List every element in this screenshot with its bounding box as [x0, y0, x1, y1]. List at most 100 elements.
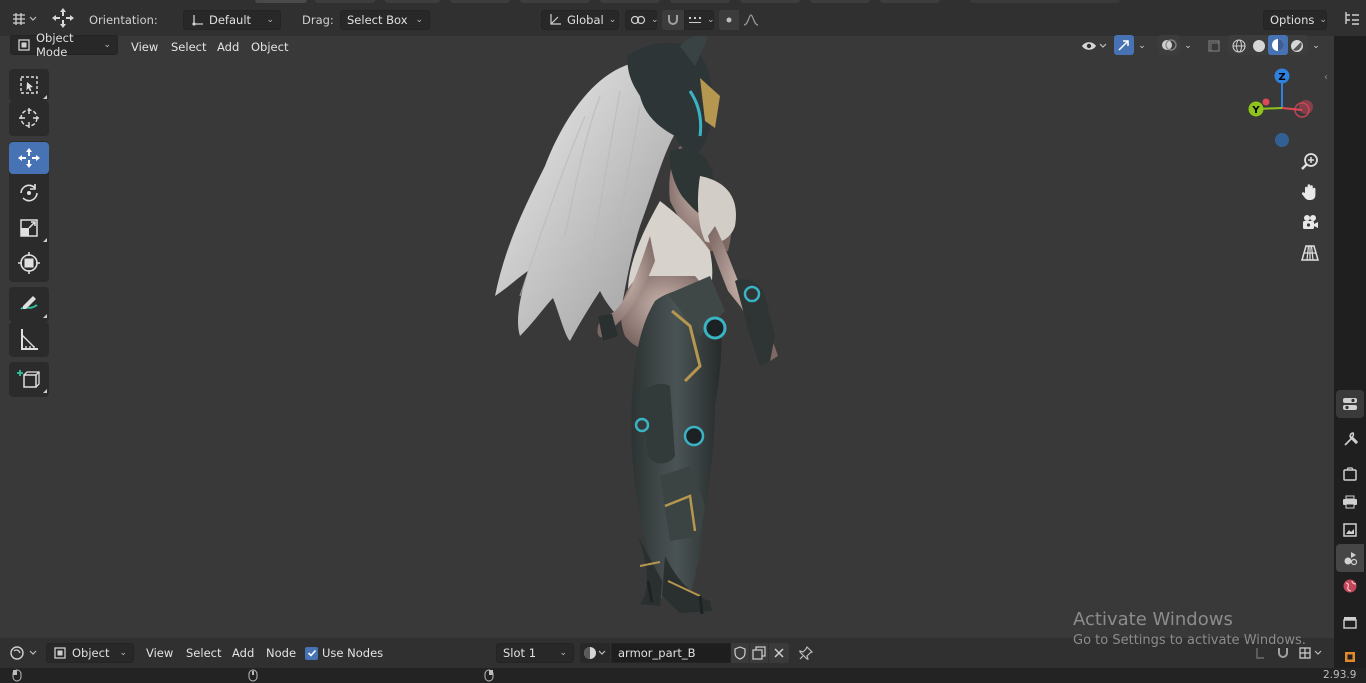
workspace-tab[interactable] [385, 0, 440, 3]
chevron-down-icon: ⌄ [559, 648, 567, 658]
properties-view-layer-tab[interactable] [1336, 516, 1364, 544]
workspace-tab[interactable] [255, 0, 307, 3]
outliner-toggle[interactable] [1340, 9, 1364, 29]
tool-measure[interactable] [9, 323, 49, 355]
duplicate-material-button[interactable] [750, 643, 768, 663]
material-name-field[interactable]: armor_part_B [611, 643, 731, 663]
rendered-shading-button[interactable] [1287, 36, 1307, 56]
xray-toggle[interactable] [1204, 36, 1224, 56]
pin-icon [799, 646, 813, 660]
workspace-tab[interactable] [450, 0, 510, 3]
magnet-icon [666, 13, 680, 27]
orientation-dropdown[interactable]: Default ⌄ [183, 10, 281, 30]
mode-dropdown[interactable]: Object Mode ⌄ [10, 31, 118, 59]
pan-button[interactable] [1295, 177, 1325, 207]
workspace-tab[interactable] [810, 0, 870, 3]
sidebar-expand-arrow-icon[interactable]: ‹ [1324, 72, 1332, 86]
workspace-tab[interactable] [600, 0, 660, 3]
perspective-toggle-button[interactable] [1295, 238, 1325, 268]
camera-view-button[interactable] [1295, 207, 1325, 237]
properties-active-tool-tab[interactable] [1336, 390, 1364, 418]
gizmo-toggle[interactable] [1114, 35, 1134, 55]
shader-type-dropdown[interactable]: Object ⌄ [46, 643, 134, 663]
workspace-tab[interactable] [315, 0, 375, 3]
activate-windows-title: Activate Windows [1073, 609, 1233, 630]
material-preview-button[interactable] [1268, 35, 1288, 55]
drag-dropdown[interactable]: Select Box ⌄ [340, 10, 430, 30]
properties-tool-tab[interactable] [1336, 425, 1364, 453]
chevron-down-icon: ⌄ [608, 15, 617, 25]
shader-menu-view[interactable]: View [141, 644, 178, 662]
status-bar [0, 668, 1366, 683]
zoom-button[interactable] [1295, 147, 1325, 177]
gizmo-dropdown[interactable]: ⌄ [1134, 36, 1150, 56]
material-sphere-browse-icon [583, 646, 607, 660]
orientation-value: Default [209, 13, 252, 27]
shader-editor-type-button[interactable] [8, 643, 40, 663]
falloff-dropdown[interactable] [739, 10, 763, 30]
navigation-gizmo[interactable]: Z Y [1244, 66, 1320, 152]
object-visibility-dropdown[interactable] [1078, 36, 1110, 56]
pivot-point-dropdown[interactable]: ⌄ [625, 10, 659, 30]
workspace-tab-strip [240, 0, 1120, 4]
viewport-menu-select[interactable]: Select [166, 38, 211, 56]
tool-transform[interactable] [9, 247, 49, 279]
use-nodes-toggle[interactable]: Use Nodes [305, 646, 383, 660]
properties-object-tab[interactable] [1336, 643, 1364, 671]
rotate-icon [17, 181, 41, 205]
pin-button[interactable] [796, 643, 816, 663]
solid-shading-button[interactable] [1249, 36, 1269, 56]
overlays-dropdown[interactable]: ⌄ [1180, 36, 1196, 56]
proportional-edit-icon [723, 14, 735, 26]
object-orange-square-icon [1342, 649, 1358, 665]
annotate-icon [17, 292, 41, 316]
orientation-axis-icon [190, 13, 204, 27]
workspace-tab[interactable] [520, 0, 590, 3]
material-slot-dropdown[interactable]: Slot 1 ⌄ [496, 643, 574, 663]
transform-space-value: Global [567, 13, 604, 27]
properties-scene-tab[interactable] [1336, 544, 1364, 572]
properties-world-tab[interactable] [1336, 572, 1364, 600]
duplicate-icon [752, 646, 766, 660]
workspace-tab[interactable] [740, 0, 800, 3]
workspace-tab[interactable] [880, 0, 940, 3]
checkbox-checked-icon[interactable] [305, 646, 318, 660]
measure-icon [18, 327, 40, 351]
tool-add-cube[interactable] [9, 363, 49, 395]
snap-toggle[interactable] [662, 10, 684, 30]
workspace-tab[interactable] [670, 0, 730, 3]
3d-viewport[interactable] [0, 36, 1334, 638]
overlays-toggle[interactable] [1158, 35, 1180, 55]
tool-move[interactable] [9, 142, 49, 174]
options-dropdown[interactable]: Options ⌄ [1263, 10, 1327, 30]
material-browse-button[interactable] [580, 643, 610, 663]
transform-orientation-dropdown[interactable]: Global ⌄ [541, 10, 619, 30]
shader-menu-add[interactable]: Add [227, 644, 259, 662]
proportional-edit-toggle[interactable] [719, 10, 739, 30]
properties-collection-tab[interactable] [1336, 608, 1364, 636]
wireframe-shading-button[interactable] [1229, 36, 1249, 56]
viewport-menu-add[interactable]: Add [212, 38, 244, 56]
tool-rotate[interactable] [9, 177, 49, 209]
tool-scale[interactable] [9, 212, 49, 244]
properties-render-tab[interactable] [1336, 460, 1364, 488]
printer-icon [1342, 494, 1358, 510]
shading-dropdown[interactable]: ⌄ [1308, 36, 1324, 56]
viewport-menu-object[interactable]: Object [246, 38, 293, 56]
render-camera-back-icon [1342, 466, 1358, 482]
tool-annotate[interactable] [9, 288, 49, 320]
unlink-material-button[interactable] [769, 643, 789, 663]
viewport-menu-view[interactable]: View [126, 38, 163, 56]
tool-options-corner-icon [43, 238, 47, 242]
tool-select-box[interactable] [9, 69, 49, 101]
snap-target-dropdown[interactable]: ⌄ [684, 10, 715, 30]
editor-type-button[interactable] [8, 9, 40, 29]
tool-cursor[interactable] [9, 102, 49, 134]
shader-menu-select[interactable]: Select [181, 644, 226, 662]
fake-user-button[interactable] [731, 643, 749, 663]
chevron-down-icon: ⌄ [266, 15, 274, 25]
shader-menu-node[interactable]: Node [261, 644, 301, 662]
chevron-down-icon: ⌄ [707, 15, 715, 25]
properties-output-tab[interactable] [1336, 488, 1364, 516]
workspace-tab[interactable] [970, 0, 1120, 3]
